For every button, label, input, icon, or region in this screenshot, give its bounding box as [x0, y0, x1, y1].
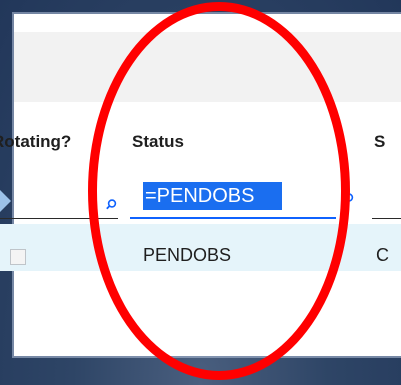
rotating-checkbox[interactable]: [10, 249, 26, 265]
column-header-rotating[interactable]: Rotating?: [0, 132, 71, 152]
filter-underline-next: [372, 218, 401, 219]
search-icon[interactable]: [343, 193, 354, 204]
filter-underline-rotating: [0, 218, 118, 219]
window-top-bar: [14, 14, 401, 32]
column-header-next[interactable]: S: [374, 132, 385, 152]
cell-next: C: [376, 245, 389, 265]
status-filter-input[interactable]: =PENDOBS: [143, 182, 282, 210]
cell-status: PENDOBS: [143, 245, 232, 265]
column-header-status[interactable]: Status: [132, 132, 184, 152]
table-toolbar: [14, 32, 401, 102]
search-icon[interactable]: [106, 199, 117, 210]
filter-underline-status: [130, 217, 336, 219]
